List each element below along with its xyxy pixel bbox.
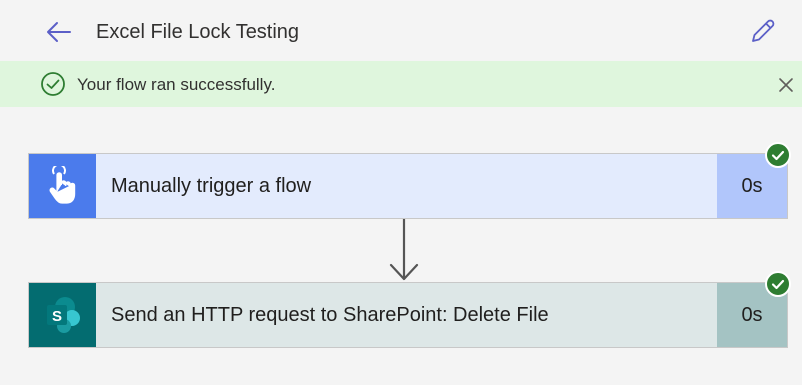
edit-button[interactable] xyxy=(748,16,778,46)
step-label: Manually trigger a flow xyxy=(111,174,312,197)
back-button[interactable] xyxy=(44,17,74,47)
banner-close-button[interactable] xyxy=(776,75,796,95)
step-success-check xyxy=(765,142,791,168)
svg-text:S: S xyxy=(51,308,61,325)
back-arrow-icon xyxy=(47,22,71,42)
header-bar: Excel File Lock Testing xyxy=(0,0,802,61)
checkmark-icon xyxy=(771,279,785,290)
connector-arrow-icon xyxy=(389,219,419,281)
hand-touch-icon xyxy=(49,166,75,204)
step-card-sharepoint-http[interactable]: S Send an HTTP request to SharePoint: De… xyxy=(28,282,788,348)
step-icon-tile: S xyxy=(29,283,96,347)
step-card-manual-trigger[interactable]: Manually trigger a flow 0s xyxy=(28,153,788,219)
step-label: Send an HTTP request to SharePoint: Dele… xyxy=(111,303,549,326)
banner-message: Your flow ran successfully. xyxy=(77,75,276,94)
close-icon xyxy=(779,78,793,92)
check-circle-icon xyxy=(41,72,65,96)
page-title: Excel File Lock Testing xyxy=(96,21,300,43)
checkmark-icon xyxy=(771,150,785,161)
sharepoint-icon: S xyxy=(46,297,80,333)
success-banner: Your flow ran successfully. xyxy=(0,61,802,107)
pencil-icon xyxy=(752,19,775,42)
step-icon-tile xyxy=(29,154,96,218)
step-success-check xyxy=(765,271,791,297)
